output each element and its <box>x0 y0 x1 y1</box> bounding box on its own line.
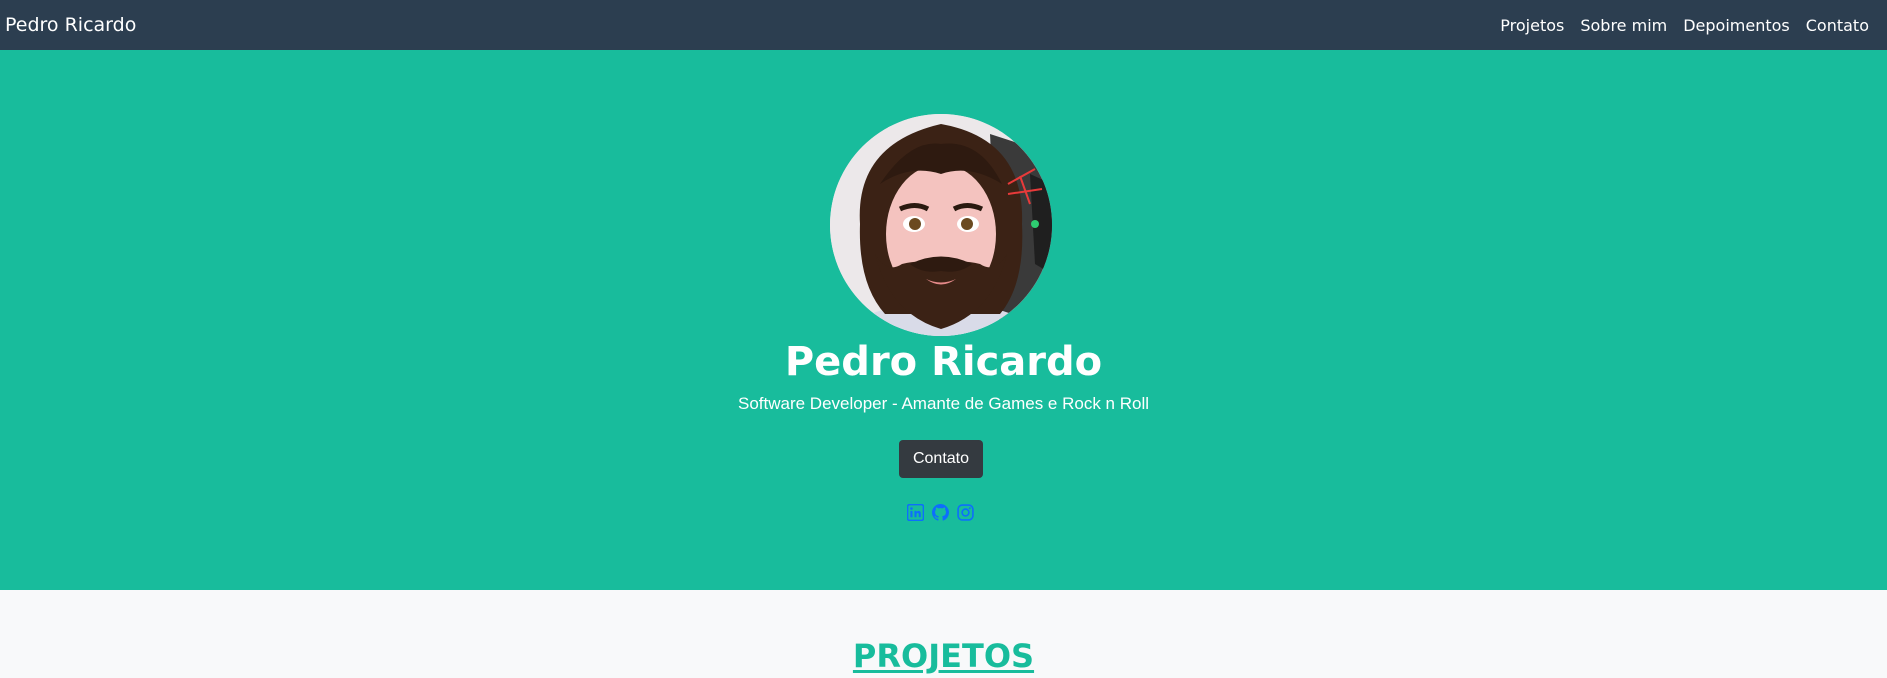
nav-link-contato[interactable]: Contato <box>1806 16 1869 35</box>
top-navbar: Pedro Ricardo Projetos Sobre mim Depoime… <box>0 0 1887 50</box>
projects-title: PROJETOS <box>852 637 1035 675</box>
linkedin-glyph <box>907 504 924 521</box>
github-glyph <box>932 504 949 521</box>
projects-section: PROJETOS <box>0 590 1887 678</box>
hero-subtitle: Software Developer - Amante de Games e R… <box>737 394 1150 413</box>
avatar <box>830 114 1052 336</box>
instagram-icon[interactable] <box>957 504 974 521</box>
github-icon[interactable] <box>932 504 949 521</box>
hero-section: Pedro Ricardo Software Developer - Amant… <box>0 50 1887 590</box>
contact-button[interactable]: Contato <box>899 440 983 478</box>
nav-link-projetos[interactable]: Projetos <box>1500 16 1564 35</box>
linkedin-icon[interactable] <box>907 504 924 521</box>
brand-link[interactable]: Pedro Ricardo <box>5 14 136 36</box>
hero-name: Pedro Ricardo <box>784 339 1103 385</box>
nav-links: Projetos Sobre mim Depoimentos Contato <box>1500 16 1869 35</box>
instagram-glyph <box>957 504 974 521</box>
nav-link-depoimentos[interactable]: Depoimentos <box>1683 16 1790 35</box>
nav-link-sobre-mim[interactable]: Sobre mim <box>1580 16 1667 35</box>
avatar-illustration <box>830 114 1052 336</box>
social-links <box>907 504 974 521</box>
